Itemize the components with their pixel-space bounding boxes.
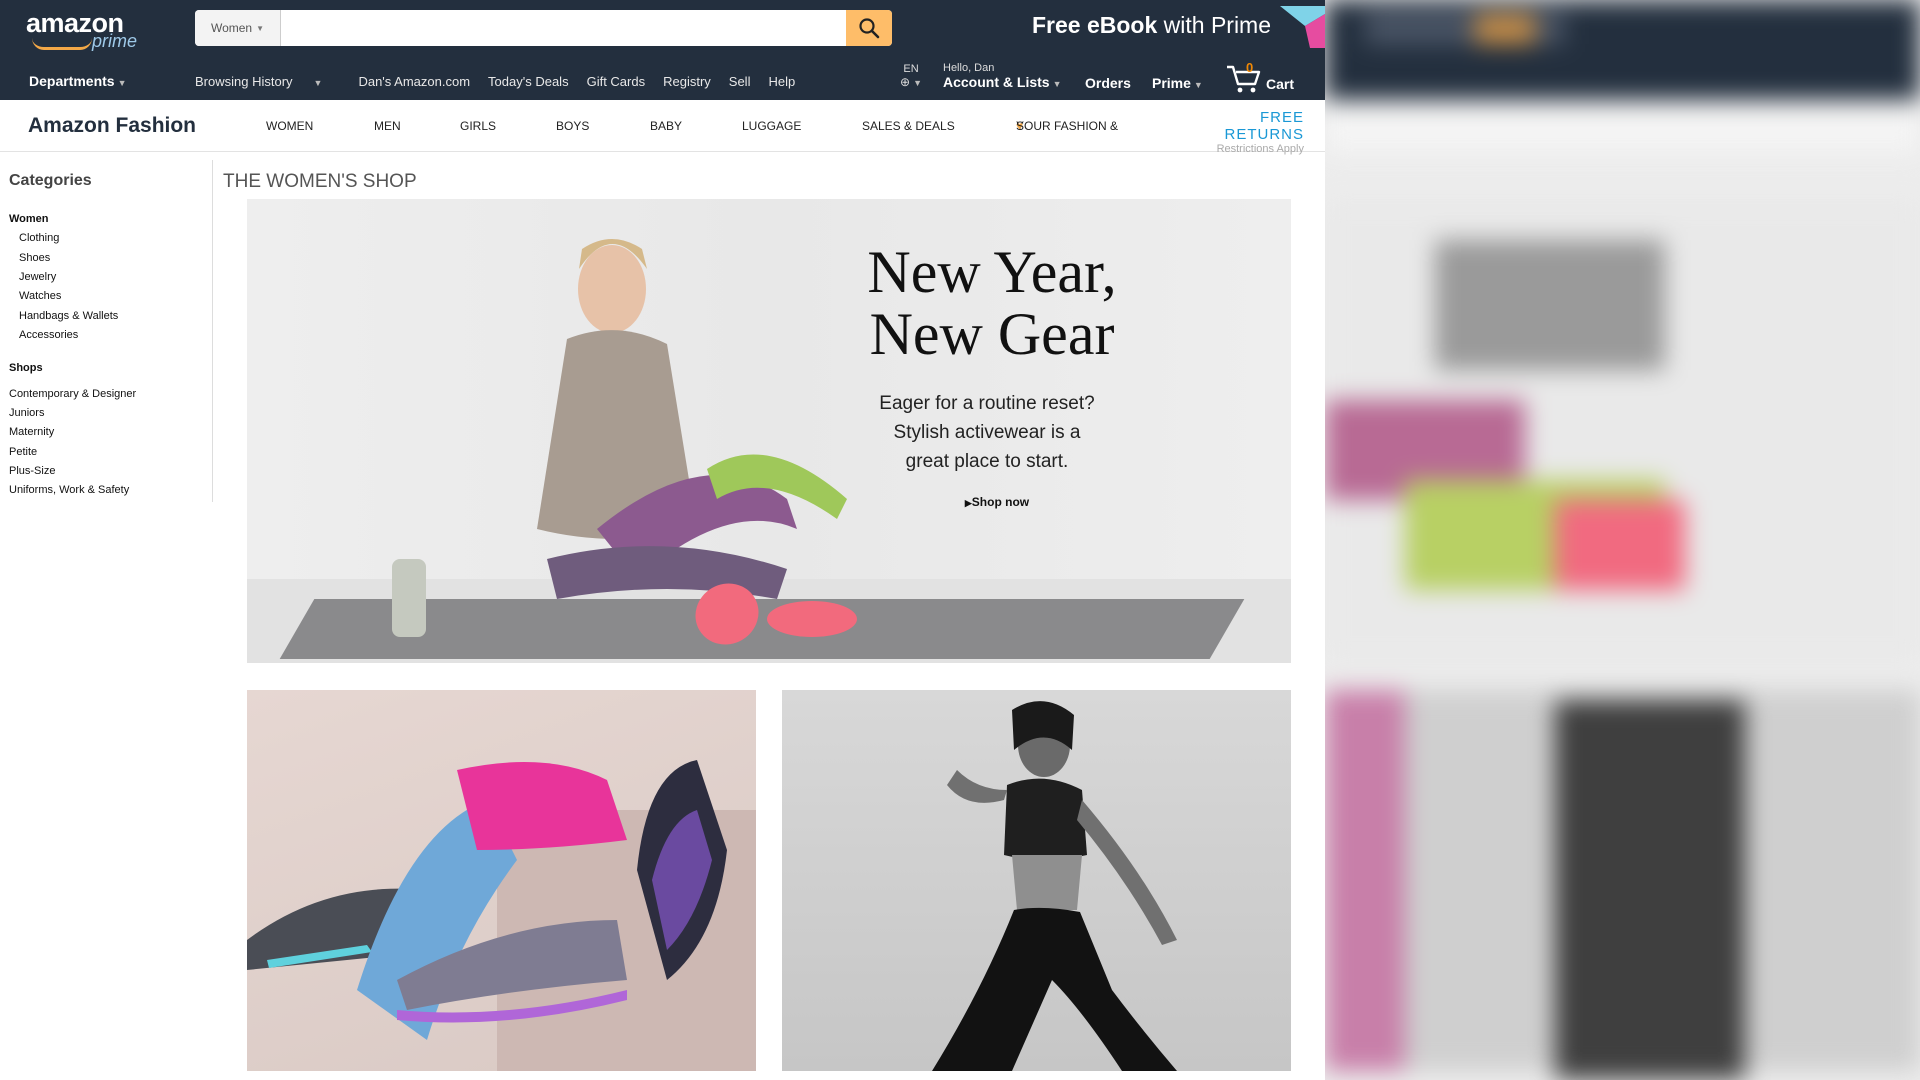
your-fashion-label: YOUR FASHION & bbox=[1016, 119, 1119, 133]
secondary-nav: Departments ▼ Browsing History ▼ Dan's Ama… bbox=[0, 60, 1325, 96]
search-button[interactable] bbox=[846, 10, 892, 46]
hero-subtext: Eager for a routine reset? Stylish activ… bbox=[837, 389, 1137, 476]
nav-links: Browsing History ▼ Dan's Amazon.com Today… bbox=[195, 74, 813, 89]
shop-now-link[interactable]: ▶Shop now bbox=[947, 495, 1047, 509]
fashion-nav-women[interactable]: WOMEN bbox=[266, 119, 313, 133]
sidebar-item-uniforms[interactable]: Uniforms, Work & Safety bbox=[9, 484, 129, 496]
chevron-down-icon: ▼ bbox=[256, 23, 265, 33]
blurred-background-duplicate bbox=[1325, 0, 1920, 1080]
fashion-nav-girls[interactable]: GIRLS bbox=[460, 119, 496, 133]
hero-heading-line2: New Gear bbox=[869, 301, 1115, 367]
fashion-title[interactable]: Amazon Fashion bbox=[28, 114, 196, 138]
caret-down-icon: ▼ bbox=[1052, 79, 1062, 89]
prime-promo-rest: with Prime bbox=[1157, 12, 1272, 38]
hero-heading: New Year, New Gear bbox=[827, 241, 1157, 365]
sidebar-item-clothing[interactable]: Clothing bbox=[19, 232, 59, 244]
hero-heading-line1: New Year, bbox=[867, 239, 1117, 305]
caret-down-icon: ▼ bbox=[1193, 80, 1203, 90]
fashion-nav-men[interactable]: MEN bbox=[374, 119, 401, 133]
sidebar-item-shoes[interactable]: Shoes bbox=[19, 252, 50, 264]
fashion-nav-luggage[interactable]: LUGGAGE bbox=[742, 119, 801, 133]
hero-subtext-line1: Eager for a routine reset? bbox=[879, 393, 1095, 414]
restrictions-label: Restrictions Apply bbox=[1216, 143, 1304, 155]
blurred-content bbox=[1325, 0, 1920, 1080]
sneakers-image bbox=[247, 760, 756, 1071]
sidebar-item-watches[interactable]: Watches bbox=[19, 290, 61, 302]
free-returns-link[interactable]: FREE RETURNS Restrictions Apply bbox=[1188, 109, 1304, 155]
logo-smile-icon bbox=[32, 38, 92, 50]
sidebar-item-maternity[interactable]: Maternity bbox=[9, 426, 54, 438]
departments-label: Departments bbox=[29, 73, 115, 89]
categories-sidebar: Categories Women Clothing Shoes Jewelry … bbox=[0, 160, 213, 502]
hero-subtext-line3: great place to start. bbox=[905, 451, 1069, 472]
cart-count: 0 bbox=[1246, 60, 1254, 75]
fashion-nav-boys[interactable]: BOYS bbox=[556, 119, 589, 133]
nav-link-registry[interactable]: Registry bbox=[663, 74, 711, 89]
sidebar-item-plus-size[interactable]: Plus-Size bbox=[9, 465, 55, 477]
fashion-nav-baby[interactable]: BABY bbox=[650, 119, 682, 133]
sneakers-tile[interactable] bbox=[247, 690, 756, 1071]
nav-link-help[interactable]: Help bbox=[768, 74, 795, 89]
hero-subtext-line2: Stylish activewear is a bbox=[893, 422, 1081, 443]
search-icon bbox=[859, 18, 880, 39]
sidebar-group-shops: Shops bbox=[9, 362, 43, 374]
language-label: EN bbox=[903, 63, 919, 75]
play-triangle-icon: ▶ bbox=[964, 498, 972, 508]
sidebar-item-jewelry[interactable]: Jewelry bbox=[19, 271, 56, 283]
hero-model-image bbox=[392, 239, 857, 645]
language-selector[interactable]: EN ⊕ ▼ bbox=[896, 63, 926, 89]
nav-link-label: Browsing History bbox=[195, 74, 293, 89]
fashion-nav-sales-deals[interactable]: SALES & DEALS bbox=[862, 119, 955, 133]
cart-label: Cart bbox=[1266, 76, 1295, 92]
sidebar-group-women[interactable]: Women bbox=[9, 213, 49, 225]
account-lists-label: Account & Lists bbox=[943, 74, 1050, 90]
top-navigation-bar: amazon prime Women ▼ Free eBook with Pri… bbox=[0, 0, 1325, 100]
nav-link-todays-deals[interactable]: Today's Deals bbox=[488, 74, 569, 89]
sidebar-item-juniors[interactable]: Juniors bbox=[9, 407, 44, 419]
your-fashion-suffix: S bbox=[1016, 119, 1025, 133]
sidebar-item-petite[interactable]: Petite bbox=[9, 446, 37, 458]
activewear-model-tile[interactable] bbox=[782, 690, 1291, 1071]
prime-flag-icon bbox=[1280, 6, 1325, 48]
search-bar: Women ▼ bbox=[195, 10, 892, 46]
activewear-model-image bbox=[932, 701, 1177, 1071]
search-department-label: Women bbox=[210, 21, 253, 35]
caret-down-icon: ▼ bbox=[313, 78, 323, 88]
logo-prime-text: prime bbox=[92, 31, 138, 51]
prime-promo-banner[interactable]: Free eBook with Prime bbox=[1032, 12, 1271, 39]
sidebar-item-accessories[interactable]: Accessories bbox=[19, 329, 78, 341]
free-returns-label: FREE RETURNS bbox=[1224, 109, 1304, 143]
cart-button[interactable]: 0 Cart bbox=[1225, 60, 1295, 96]
prime-menu[interactable]: Prime ▼ bbox=[1152, 75, 1203, 91]
sidebar-item-handbags[interactable]: Handbags & Wallets bbox=[19, 310, 118, 322]
amazon-fashion-page: amazon prime Women ▼ Free eBook with Pri… bbox=[0, 0, 1325, 1080]
page-title: THE WOMEN'S SHOP bbox=[223, 171, 417, 192]
orders-link[interactable]: Orders bbox=[1085, 75, 1131, 91]
account-lists-menu[interactable]: Hello, Dan Account & Lists ▼ bbox=[943, 62, 1062, 92]
nav-link-browsing-history[interactable]: Browsing History ▼ bbox=[195, 74, 340, 89]
caret-down-icon: ▼ bbox=[117, 78, 127, 88]
nav-link-dans-amazon[interactable]: Dan's Amazon.com bbox=[358, 74, 470, 89]
search-department-dropdown[interactable]: Women ▼ bbox=[195, 10, 281, 46]
categories-heading: Categories bbox=[9, 172, 92, 189]
globe-icon: ⊕ bbox=[900, 75, 911, 89]
cart-icon bbox=[1227, 65, 1261, 93]
nav-link-sell[interactable]: Sell bbox=[729, 74, 751, 89]
prime-promo-bold: Free eBook bbox=[1032, 12, 1158, 38]
sidebar-item-contemporary[interactable]: Contemporary & Designer bbox=[9, 388, 136, 400]
greeting: Hello, Dan bbox=[943, 62, 995, 74]
shop-now-label: Shop now bbox=[971, 495, 1030, 509]
caret-down-icon: ▼ bbox=[913, 78, 922, 88]
prime-label: Prime bbox=[1152, 75, 1191, 91]
nav-link-gift-cards[interactable]: Gift Cards bbox=[587, 74, 646, 89]
hero-banner[interactable]: New Year, New Gear Eager for a routine r… bbox=[247, 199, 1291, 663]
search-input[interactable] bbox=[281, 10, 841, 46]
amazon-prime-logo[interactable]: amazon prime bbox=[26, 8, 146, 52]
fashion-subnav: Amazon Fashion WOMEN MEN GIRLS BOYS BABY… bbox=[0, 100, 1325, 155]
departments-menu[interactable]: Departments ▼ bbox=[29, 73, 127, 89]
